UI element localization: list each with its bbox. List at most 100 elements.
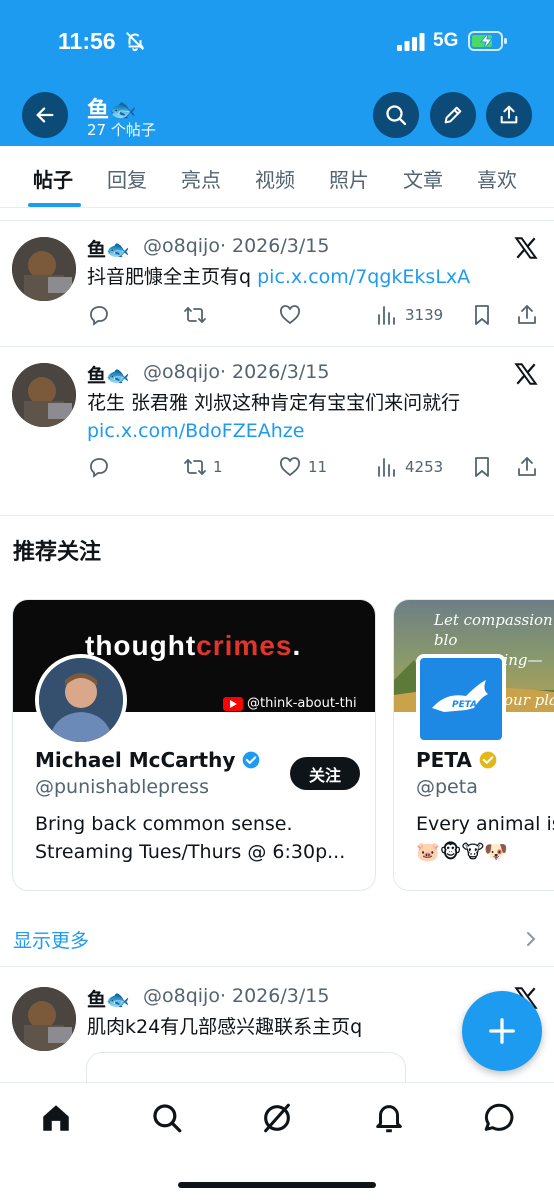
bottom-nav — [0, 1082, 554, 1200]
post-date: 2026/3/15 — [232, 235, 330, 257]
like-button[interactable]: 11 — [278, 455, 327, 479]
banner-text-red: crimes — [196, 630, 293, 661]
tab-likes[interactable]: 喜欢 — [477, 164, 517, 193]
views-chart-icon — [378, 458, 395, 477]
tab-photos[interactable]: 照片 — [329, 164, 369, 193]
post-text: 肌肉k24有几部感兴趣联系主页q — [87, 1016, 363, 1038]
post-text: 抖音肥慷全主页有q pic.x.com/7qgkEksLxA — [87, 263, 470, 291]
banner-text-white: thought — [85, 630, 197, 661]
recommended-title: 推荐关注 — [13, 540, 102, 565]
avatar-image — [12, 363, 76, 427]
heart-icon — [279, 457, 301, 477]
post-date: 2026/3/15 — [232, 985, 330, 1007]
repost-icon — [184, 307, 206, 323]
divider — [0, 515, 554, 516]
like-button[interactable] — [278, 303, 308, 327]
bell-icon[interactable] — [372, 1101, 406, 1135]
post-author-name[interactable]: 鱼🐟 — [87, 361, 130, 388]
post-author-name[interactable]: 鱼🐟 — [87, 985, 130, 1012]
views-chart-icon — [378, 306, 395, 325]
banner-channel-text: @think-about-thi — [247, 696, 357, 711]
avatar[interactable] — [12, 987, 76, 1051]
home-indicator — [178, 1182, 376, 1188]
avatar[interactable] — [12, 237, 76, 301]
post-handle: @o8qijo — [143, 361, 220, 383]
view-count: 3139 — [405, 306, 444, 324]
post-handle: @o8qijo — [143, 985, 220, 1007]
peta-logo: PETA — [432, 680, 488, 712]
tab-highlights[interactable]: 亮点 — [181, 164, 221, 193]
repost-button[interactable] — [183, 303, 213, 327]
status-time: 11:56 — [58, 28, 116, 54]
edit-button[interactable] — [430, 92, 476, 138]
post-text-body: 花生 张君雅 刘叔这种肯定有宝宝们来问就行 — [87, 392, 461, 414]
search-button[interactable] — [373, 92, 419, 138]
x-logo-icon — [514, 363, 538, 385]
tab-replies[interactable]: 回复 — [107, 164, 147, 193]
reply-icon — [90, 458, 108, 478]
post-actions: 3139 — [87, 303, 547, 329]
bookmark-icon[interactable] — [470, 455, 494, 479]
suggested-user-name: Michael McCarthy — [35, 748, 261, 772]
bio-line: Streaming Tues/Thurs @ 6:30p... — [35, 841, 346, 863]
tab-videos[interactable]: 视频 — [255, 164, 295, 193]
views-button[interactable]: 4253 — [375, 455, 443, 479]
share-icon[interactable] — [515, 303, 539, 327]
reply-button[interactable] — [87, 303, 117, 327]
post-text-body: 抖音肥慷全主页有q — [87, 266, 258, 288]
verified-badge-icon — [479, 751, 497, 769]
home-icon[interactable] — [39, 1101, 73, 1135]
reply-button[interactable] — [87, 455, 117, 479]
views-button[interactable]: 3139 — [375, 303, 443, 327]
post-actions: 1 11 4253 — [87, 455, 547, 481]
grok-icon[interactable] — [260, 1101, 294, 1135]
plus-icon — [489, 1018, 515, 1044]
suggested-user-bio: Bring back common sense. Streaming Tues/… — [35, 810, 365, 866]
post-date: 2026/3/15 — [232, 361, 330, 383]
post-link[interactable]: pic.x.com/7qgkEksLxA — [257, 266, 470, 288]
meta-separator: · — [220, 985, 227, 1007]
tab-posts[interactable]: 帖子 — [33, 164, 73, 193]
follow-button[interactable]: 关注 — [290, 757, 360, 790]
view-count: 4253 — [405, 458, 444, 476]
share-button[interactable] — [486, 92, 532, 138]
tab-articles[interactable]: 文章 — [403, 164, 443, 193]
bookmark-icon[interactable] — [470, 303, 494, 327]
verified-badge-icon — [243, 751, 260, 769]
arrow-left-icon — [36, 107, 54, 123]
follow-suggestion-card[interactable]: Let compassion blo this spring—leave our… — [393, 599, 554, 891]
post[interactable]: 鱼🐟 @o8qijo · 2026/3/15 花生 张君雅 刘叔这种肯定有宝宝们… — [0, 347, 554, 515]
post-count: 27 个帖子 — [87, 121, 156, 139]
suggested-user-bio: Every animal is 🐷🐵🐮🐶 — [416, 810, 554, 866]
banner-text: thoughtcrimes. — [85, 630, 301, 662]
x-logo-icon — [514, 237, 538, 259]
follow-suggestion-card[interactable]: thoughtcrimes. @think-about-thi Michael … — [12, 599, 376, 891]
post-link[interactable]: pic.x.com/BdoFZEAhze — [87, 417, 527, 445]
avatar-image — [39, 658, 123, 742]
show-more-link[interactable]: 显示更多 — [13, 926, 89, 953]
bio-line: 🐷🐵🐮🐶 — [416, 841, 508, 863]
compose-button[interactable] — [462, 991, 542, 1071]
share-icon[interactable] — [515, 455, 539, 479]
suggested-user-name-text: Michael McCarthy — [35, 748, 236, 772]
bio-line: Every animal is — [416, 813, 554, 835]
profile-header: 11:56 5G 鱼🐟 27 个帖子 — [0, 0, 554, 146]
suggested-user-handle: @punishablepress — [35, 776, 209, 798]
avatar[interactable] — [35, 654, 127, 746]
search-icon[interactable] — [150, 1101, 184, 1135]
repost-button[interactable]: 1 — [183, 455, 223, 479]
post[interactable]: 鱼🐟 @o8qijo · 2026/3/15 抖音肥慷全主页有q pic.x.c… — [0, 221, 554, 347]
bell-slash-icon — [126, 32, 144, 52]
share-icon — [500, 105, 518, 124]
messages-icon[interactable] — [482, 1101, 516, 1135]
suggested-user-name: PETA — [416, 748, 498, 772]
chevron-right-icon[interactable] — [524, 930, 538, 948]
suggested-user-handle: @peta — [416, 776, 478, 798]
active-tab-indicator — [28, 203, 81, 207]
avatar[interactable]: PETA — [416, 654, 506, 744]
back-button[interactable] — [22, 92, 68, 138]
avatar[interactable] — [12, 363, 76, 427]
post-author-name[interactable]: 鱼🐟 — [87, 235, 130, 262]
battery-charging-icon — [468, 31, 507, 51]
signal-icon — [397, 33, 425, 51]
